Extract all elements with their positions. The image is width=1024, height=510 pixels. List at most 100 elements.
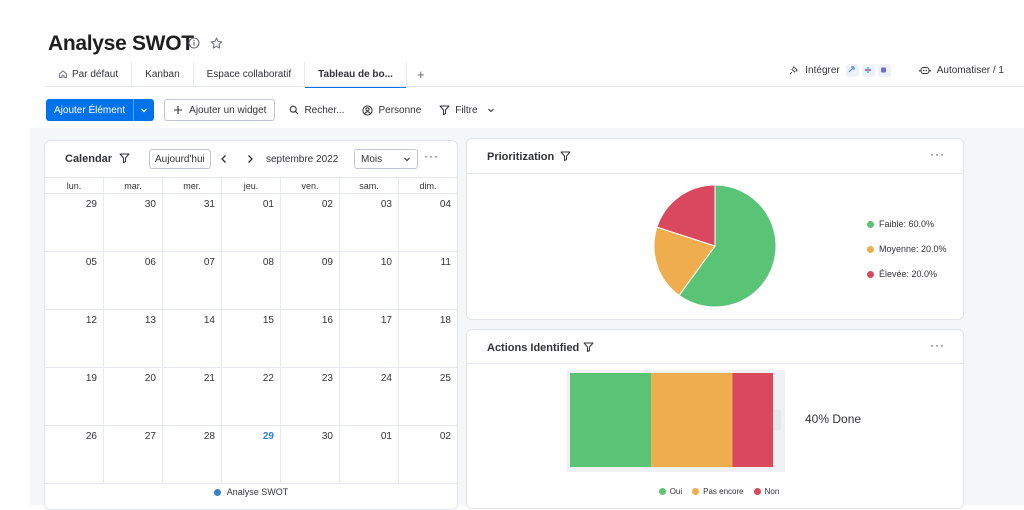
- legend-dot: [867, 270, 874, 278]
- legend-dot: [213, 488, 221, 496]
- calendar-day[interactable]: 12: [45, 310, 104, 367]
- tab-tableau-de-bord[interactable]: Tableau de bo...: [305, 62, 407, 88]
- info-icon[interactable]: [187, 36, 201, 50]
- add-item-button[interactable]: Ajouter Élément: [46, 99, 155, 121]
- calendar-day[interactable]: 02: [281, 194, 340, 251]
- legend-dot: [753, 488, 761, 495]
- more-options-icon[interactable]: ···: [930, 338, 945, 352]
- home-icon: [59, 70, 67, 79]
- legend-label: Élevée: 20.0%: [879, 269, 938, 279]
- view-select-value: Mois: [361, 153, 383, 165]
- calendar-week: 05 06 07 08 09 10 11: [45, 252, 457, 310]
- calendar-day[interactable]: 14: [163, 310, 222, 367]
- calendar-day[interactable]: 11: [399, 252, 457, 309]
- integrate-button[interactable]: Intégrer: [788, 63, 891, 77]
- filter-icon[interactable]: [560, 151, 571, 161]
- calendar-day[interactable]: 09: [281, 252, 340, 309]
- calendar-day[interactable]: 17: [340, 310, 399, 367]
- stacked-bar-chart: [567, 370, 785, 472]
- calendar-day[interactable]: 07: [163, 252, 222, 309]
- legend-item: Moyenne: 20.0%: [867, 244, 947, 254]
- calendar-day[interactable]: 31: [163, 194, 222, 251]
- tab-espace-collaboratif[interactable]: Espace collaboratif: [194, 62, 306, 86]
- tab-kanban[interactable]: Kanban: [132, 62, 194, 86]
- calendar-day[interactable]: 01: [340, 426, 399, 483]
- calendar-day[interactable]: 04: [399, 194, 457, 251]
- legend-label: Oui: [669, 487, 683, 496]
- bar-legend: Oui Pas encore Non: [467, 487, 963, 496]
- filter-icon: [439, 105, 450, 115]
- slack-icon: [861, 63, 875, 77]
- calendar-day[interactable]: 02: [399, 426, 457, 483]
- calendar-day[interactable]: 20: [104, 368, 163, 425]
- legend-item: Non: [753, 487, 780, 496]
- filter-icon[interactable]: [119, 153, 130, 163]
- calendar-day[interactable]: 25: [399, 368, 457, 425]
- legend-dot: [658, 488, 666, 495]
- next-month-button[interactable]: [245, 149, 255, 169]
- title-icons: [187, 36, 223, 50]
- plus-icon: [174, 106, 183, 114]
- bar-segment-oui[interactable]: [570, 373, 652, 467]
- month-label: septembre 2022: [266, 153, 339, 165]
- search-button[interactable]: Recher...: [285, 105, 348, 116]
- calendar-day[interactable]: 19: [45, 368, 104, 425]
- calendar-day[interactable]: 16: [281, 310, 340, 367]
- calendar-day[interactable]: 22: [222, 368, 281, 425]
- calendar-day[interactable]: 13: [104, 310, 163, 367]
- add-widget-label: Ajouter un widget: [189, 104, 267, 116]
- calendar-day[interactable]: 24: [340, 368, 399, 425]
- calendar-day[interactable]: 21: [163, 368, 222, 425]
- calendar-day[interactable]: 06: [104, 252, 163, 309]
- bar-segment-non[interactable]: [732, 373, 773, 467]
- weekday-label: ven.: [281, 178, 340, 193]
- board-toolbar: Ajouter Élément Ajouter un widget Recher…: [46, 98, 499, 122]
- prev-month-button[interactable]: [219, 149, 229, 169]
- add-tab-button[interactable]: +: [407, 62, 435, 86]
- weekday-label: mer.: [163, 178, 222, 193]
- calendar-day[interactable]: 23: [281, 368, 340, 425]
- person-filter-button[interactable]: Personne: [358, 105, 425, 116]
- calendar-day[interactable]: 05: [45, 252, 104, 309]
- automate-button[interactable]: Automatiser / 1: [919, 65, 1004, 76]
- today-button[interactable]: Aujourd'hui: [149, 149, 211, 169]
- filter-icon[interactable]: [583, 342, 594, 352]
- more-options-icon[interactable]: ···: [424, 149, 439, 163]
- calendar-day[interactable]: 30: [281, 426, 340, 483]
- calendar-day[interactable]: 27: [104, 426, 163, 483]
- chevron-down-icon[interactable]: [134, 99, 154, 121]
- legend-item: Oui: [658, 487, 683, 496]
- tab-par-defaut[interactable]: Par défaut: [45, 62, 133, 86]
- search-label: Recher...: [304, 104, 345, 116]
- integration-app-icon: [845, 63, 859, 77]
- weekday-row: lun. mar. mer. jeu. ven. sam. dim.: [45, 177, 457, 194]
- more-options-icon[interactable]: ···: [930, 147, 945, 161]
- calendar-day[interactable]: 10: [340, 252, 399, 309]
- legend-label: Pas encore: [703, 487, 744, 496]
- star-icon[interactable]: [209, 36, 223, 50]
- calendar-day-today[interactable]: 29: [222, 426, 281, 483]
- filter-button[interactable]: Filtre: [435, 105, 498, 116]
- calendar-widget: Calendar Aujourd'hui septembre 2022 Mois…: [44, 140, 458, 510]
- calendar-legend: Analyse SWOT: [45, 487, 457, 497]
- filter-label: Filtre: [455, 104, 478, 116]
- calendar-day[interactable]: 29: [45, 194, 104, 251]
- calendar-day[interactable]: 03: [340, 194, 399, 251]
- legend-item: Faible: 60.0%: [867, 219, 947, 229]
- calendar-day[interactable]: 01: [222, 194, 281, 251]
- calendar-day[interactable]: 30: [104, 194, 163, 251]
- calendar-day[interactable]: 08: [222, 252, 281, 309]
- calendar-day[interactable]: 26: [45, 426, 104, 483]
- bar-segment-pas-encore[interactable]: [651, 373, 733, 467]
- calendar-day[interactable]: 18: [399, 310, 457, 367]
- legend-label: Analyse SWOT: [226, 487, 289, 497]
- pie-chart: [653, 184, 777, 308]
- calendar-day[interactable]: 28: [163, 426, 222, 483]
- legend-label: Non: [764, 487, 780, 496]
- add-widget-button[interactable]: Ajouter un widget: [164, 99, 276, 121]
- calendar-week: 19 20 21 22 23 24 25: [45, 368, 457, 426]
- calendar-day[interactable]: 15: [222, 310, 281, 367]
- chevron-down-icon[interactable]: [487, 106, 495, 114]
- chevron-left-icon: [221, 155, 226, 163]
- view-select[interactable]: Mois: [354, 149, 418, 169]
